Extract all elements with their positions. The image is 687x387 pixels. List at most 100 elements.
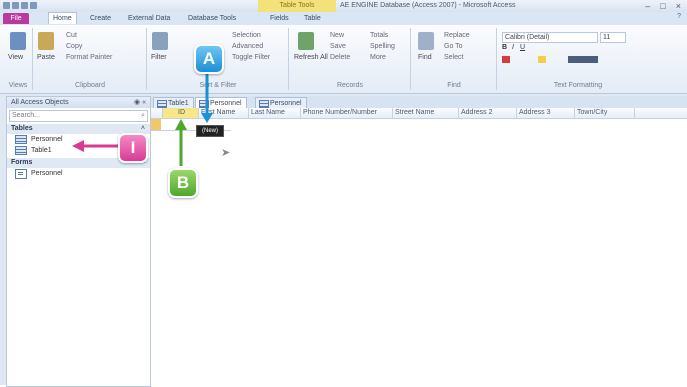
group-label-text-formatting: Text Formatting	[553, 82, 603, 89]
datasheet-area: Table1 Personnel Personnel ID First Name…	[150, 96, 687, 385]
column-header-row: ID First Name Last Name Phone Number/Num…	[151, 108, 687, 119]
nav-pane-title: All Access Objects	[11, 99, 69, 106]
row-selector-header[interactable]	[151, 108, 163, 118]
format-painter-button[interactable]: Format Painter	[66, 54, 112, 61]
tab-home[interactable]: Home	[48, 12, 77, 24]
column-header-town-city[interactable]: Town/City	[575, 108, 635, 118]
tooltip: (New)	[196, 125, 224, 137]
collapse-icon[interactable]: ◉ «	[134, 97, 146, 108]
document-tabs: Table1 Personnel Personnel	[151, 96, 687, 109]
window-title: AE ENGINE Database (Access 2007) - Micro…	[340, 2, 516, 9]
nav-search-placeholder: Search...	[12, 112, 41, 119]
toggle-filter-button[interactable]: Toggle Filter	[232, 54, 270, 61]
tab-fields[interactable]: Fields	[266, 13, 293, 24]
selection-button[interactable]: Selection	[232, 32, 261, 39]
filter-icon[interactable]	[152, 32, 168, 50]
context-tab-label: Table Tools	[258, 0, 336, 12]
view-icon[interactable]	[10, 32, 26, 50]
refresh-icon[interactable]	[298, 32, 314, 50]
bold-icon[interactable]: B	[502, 44, 507, 51]
mouse-cursor-icon: ➤	[221, 147, 231, 159]
doc-tab-label: Personnel	[270, 100, 302, 107]
binoculars-icon[interactable]	[418, 32, 434, 50]
view-button[interactable]: View	[8, 54, 23, 61]
search-icon[interactable]: ⌕	[141, 111, 145, 121]
filter-button[interactable]: Filter	[151, 54, 167, 61]
tab-create[interactable]: Create	[86, 13, 115, 24]
column-header-address-2[interactable]: Address 2	[459, 108, 517, 118]
quick-access-toolbar	[3, 2, 37, 9]
nav-item-label: Table1	[31, 147, 52, 154]
group-views: View Views	[4, 28, 33, 90]
group-label-sort-filter: Sort & Filter	[199, 82, 237, 89]
app-icon[interactable]	[3, 2, 10, 9]
nav-pane-header[interactable]: All Access Objects ◉ «	[7, 97, 150, 108]
go-to-button[interactable]: Go To	[444, 43, 463, 50]
refresh-all-button[interactable]: Refresh All	[294, 54, 328, 61]
doc-tab-label: Table1	[168, 100, 189, 107]
group-find: Find Replace Go To Select Find	[412, 28, 497, 90]
form-icon	[259, 100, 269, 108]
paste-icon[interactable]	[38, 32, 54, 50]
underline-icon[interactable]: U	[520, 44, 525, 51]
tab-table[interactable]: Table	[300, 13, 325, 24]
font-size-select[interactable]: 11	[600, 32, 626, 43]
column-header-first-name[interactable]: First Name	[199, 108, 249, 118]
find-button[interactable]: Find	[418, 54, 432, 61]
redo-icon[interactable]	[30, 2, 37, 9]
row-selector[interactable]	[151, 119, 161, 130]
save-icon[interactable]	[12, 2, 19, 9]
paste-button[interactable]: Paste	[37, 54, 55, 61]
new-record-button[interactable]: New	[330, 32, 344, 39]
column-header-street-name[interactable]: Street Name	[393, 108, 459, 118]
group-label-records: Records	[336, 82, 364, 89]
column-header-id[interactable]: ID	[163, 108, 199, 118]
nav-item-label: Personnel	[31, 136, 63, 143]
callout-b: B	[168, 168, 198, 198]
replace-button[interactable]: Replace	[444, 32, 470, 39]
save-record-button[interactable]: Save	[330, 43, 346, 50]
group-label-views: Views	[8, 82, 28, 89]
spelling-button[interactable]: Spelling	[370, 43, 395, 50]
close-icon[interactable]: ×	[676, 1, 681, 11]
tab-database-tools[interactable]: Database Tools	[184, 13, 240, 24]
callout-a: A	[194, 44, 224, 74]
align-icons[interactable]	[568, 56, 598, 63]
font-select[interactable]: Calibri (Detail)	[502, 32, 598, 43]
cut-button[interactable]: Cut	[66, 32, 77, 39]
column-header-phone-number[interactable]: Phone Number/Number	[301, 108, 393, 118]
tab-file[interactable]: File	[3, 13, 29, 24]
minimize-icon[interactable]: –	[645, 1, 650, 11]
font-color-icon[interactable]	[502, 56, 510, 63]
maximize-icon[interactable]: □	[660, 1, 665, 11]
group-label-find: Find	[447, 82, 461, 89]
group-label-clipboard: Clipboard	[75, 82, 105, 89]
undo-icon[interactable]	[21, 2, 28, 9]
group-records: Refresh All New Save Delete Totals Spell…	[290, 28, 411, 90]
group-clipboard: Paste Cut Copy Format Painter Clipboard	[34, 28, 147, 90]
italic-icon[interactable]: I	[512, 44, 514, 51]
more-button[interactable]: More	[370, 54, 386, 61]
table-icon	[15, 146, 27, 155]
select-button[interactable]: Select	[444, 54, 463, 61]
nav-item-label: Personnel	[31, 170, 63, 177]
copy-button[interactable]: Copy	[66, 43, 82, 50]
delete-record-button[interactable]: Delete	[330, 54, 350, 61]
totals-button[interactable]: Totals	[370, 32, 388, 39]
doc-tab-label: Personnel	[210, 100, 242, 107]
table-icon	[157, 100, 167, 108]
highlight-icon[interactable]	[538, 56, 546, 63]
callout-i: I	[118, 133, 148, 163]
nav-search-input[interactable]: Search... ⌕	[9, 110, 148, 122]
tab-external-data[interactable]: External Data	[124, 13, 174, 24]
group-text-formatting: Calibri (Detail) 11 B I U Text Formattin…	[498, 28, 658, 90]
nav-item-personnel-form[interactable]: Personnel	[7, 168, 150, 179]
nav-section-label: Tables	[11, 125, 33, 132]
nav-section-label: Forms	[11, 159, 33, 166]
column-header-address-3[interactable]: Address 3	[517, 108, 575, 118]
form-icon	[15, 168, 27, 179]
advanced-button[interactable]: Advanced	[232, 43, 263, 50]
title-bar: Table Tools AE ENGINE Database (Access 2…	[0, 0, 687, 12]
help-icon[interactable]: ?	[677, 13, 681, 20]
column-header-last-name[interactable]: Last Name	[249, 108, 301, 118]
